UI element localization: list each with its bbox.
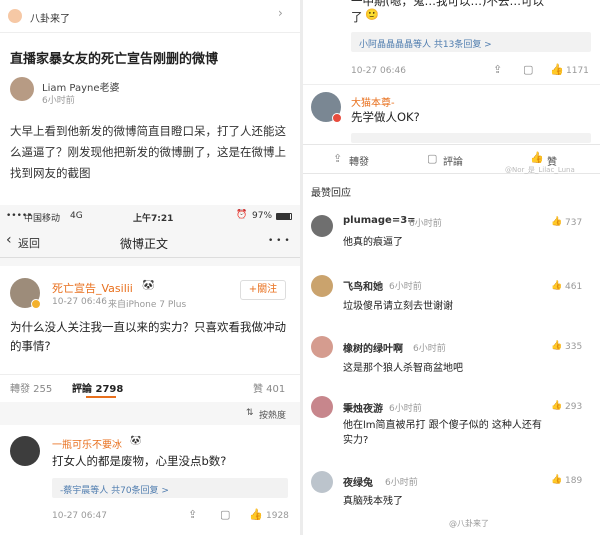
commenter-avatar[interactable] — [311, 336, 333, 358]
post-text: 为什么没人关注我一直以来的实力？只喜欢看我做冲动的事情? — [10, 320, 286, 353]
commenter-name[interactable]: 一瓶可乐不要冰 — [52, 436, 122, 451]
author-name[interactable]: Liam Payne老婆 — [42, 79, 120, 94]
comment-time: 6小时前 — [385, 478, 418, 488]
comment-time: 6小时前 — [413, 344, 446, 354]
best-replies-heading: 最赞回应 — [311, 188, 351, 199]
verified-badge-icon — [332, 113, 342, 123]
thumbs-up-icon[interactable]: 👍 — [551, 218, 562, 227]
smile-emoji-icon: 🙂 — [365, 8, 379, 21]
share-icon[interactable]: ⇪ — [493, 64, 502, 75]
author-avatar[interactable] — [10, 77, 34, 101]
thumbs-up-icon[interactable]: 👍 — [551, 282, 562, 291]
watermark: @Nor_是_Lilac_Luna — [505, 166, 575, 174]
tab-active-indicator — [86, 396, 116, 398]
share-icon[interactable]: ⇪ — [188, 509, 197, 520]
commenter-avatar[interactable] — [311, 396, 333, 418]
status-battery: 97% — [252, 211, 273, 221]
author-time: 6小时前 — [42, 96, 75, 106]
tab-comment[interactable]: 評論 2798 — [72, 380, 123, 395]
source-avatar[interactable] — [8, 9, 22, 23]
reply-summary[interactable]: -蔡宇晨等人 共70条回复 > — [60, 483, 169, 496]
post-time: 10-27 06:46 — [52, 297, 107, 307]
post-source: 来自iPhone 7 Plus — [108, 300, 187, 310]
left-panel: 八卦来了 › 直播家暴女友的死亡宣告刚删的微博 Liam Payne老婆 6小时… — [0, 0, 300, 535]
comment-text: 真脑残本残了 — [343, 496, 403, 507]
comment-likes: 189 — [565, 476, 583, 486]
sort-icon[interactable]: ⇅ — [246, 408, 254, 418]
commenter-avatar[interactable] — [311, 471, 333, 493]
article-body: 大早上看到他新发的微博简直目瞪口呆，打了人还能这么逼逼了？刚发现他把新发的微博删… — [10, 124, 286, 180]
comment-text: 一中期(嗯，鬼…我可以…)不去…可以 — [351, 0, 544, 8]
comment-button[interactable]: 評論 — [443, 153, 463, 168]
comment-time: 10-27 06:47 — [52, 511, 107, 521]
commenter-avatar[interactable] — [10, 436, 40, 466]
commenter-name[interactable]: 夜绿兔 — [343, 474, 373, 489]
status-time: 上午7:21 — [133, 214, 174, 224]
commenter-name[interactable]: plumage=3= — [343, 215, 416, 226]
comment-icon[interactable]: ▢ — [427, 153, 437, 164]
status-carrier: 中国移动 — [24, 214, 61, 224]
back-button[interactable]: 返回 — [18, 235, 40, 251]
follow-button[interactable]: +關注 — [240, 280, 286, 300]
comment-icon[interactable]: ▢ — [220, 509, 230, 520]
back-chevron-icon[interactable]: ‹ — [6, 232, 12, 248]
comment-text: 先学做人OK? — [351, 110, 420, 124]
reply-summary[interactable]: 小阿晶晶晶晶等人 共13条回复 > — [359, 37, 492, 50]
alarm-icon: ⏰ — [236, 210, 248, 220]
comment-text: 垃圾傻吊请立刻去世谢谢 — [343, 301, 453, 312]
more-icon[interactable]: • • • — [268, 236, 290, 246]
source-name[interactable]: 八卦来了 — [30, 10, 70, 25]
footer-watermark: @八卦来了 — [449, 519, 489, 528]
commenter-name[interactable]: 橡树的绿叶啊 — [343, 340, 403, 355]
reply-box[interactable] — [351, 133, 591, 143]
poster-name[interactable]: 死亡宣告_Vasilii — [52, 280, 133, 296]
chevron-right-icon[interactable]: › — [278, 6, 283, 20]
commenter-avatar[interactable] — [311, 275, 333, 297]
verified-badge-icon — [31, 299, 41, 309]
repost-button[interactable]: 轉發 — [349, 153, 369, 168]
comment-text: 这是那个狼人杀智商盆地吧 — [343, 363, 463, 374]
comment-time: 6小时前 — [409, 219, 442, 229]
commenter-name[interactable]: 秉烛夜游 — [343, 400, 383, 415]
comment-likes: 293 — [565, 402, 583, 412]
comment-likes: 461 — [565, 282, 583, 292]
comment-time: 6小时前 — [389, 404, 422, 414]
thumbs-up-icon[interactable]: 👍 — [249, 509, 263, 520]
article-title: 直播家暴女友的死亡宣告刚删的微博 — [10, 52, 219, 67]
tab-like[interactable]: 贊 401 — [253, 380, 285, 395]
comment-likes: 1171 — [566, 66, 589, 76]
comment-likes: 1928 — [266, 511, 289, 521]
comment-time: 6小时前 — [389, 282, 422, 292]
comment-icon[interactable]: ▢ — [523, 64, 533, 75]
comment-text-cont: 了 — [351, 10, 363, 24]
tab-repost[interactable]: 轉發 255 — [10, 380, 52, 395]
comment-text: 他真的痕逼了 — [343, 237, 403, 248]
comment-text: 他在lm简直被吊打 跟个傻子似的 这种人还有实力? — [343, 420, 542, 446]
comment-likes: 737 — [565, 218, 583, 228]
commenter-avatar[interactable] — [311, 215, 333, 237]
commenter-name[interactable]: 飞鸟和她 — [343, 278, 383, 293]
repost-icon[interactable]: ⇪ — [333, 153, 342, 164]
status-network: 4G — [70, 211, 83, 221]
thumbs-up-icon[interactable]: 👍 — [551, 402, 562, 411]
commenter-name[interactable]: 大猫本尊- — [351, 94, 395, 109]
nav-title: 微博正文 — [120, 237, 169, 251]
sort-button[interactable]: 按熱度 — [259, 408, 286, 421]
thumbs-up-icon[interactable]: 👍 — [550, 64, 564, 75]
sort-bar — [0, 403, 300, 425]
comment-text: 打女人的都是废物，心里没点b数? — [52, 454, 227, 468]
right-panel: 一中期(嗯，鬼…我可以…)不去…可以 了 🙂 小阿晶晶晶晶等人 共13条回复 >… — [303, 0, 600, 535]
vip-badge-icon: 🐼 — [130, 436, 142, 446]
thumbs-up-icon[interactable]: 👍 — [551, 342, 562, 351]
thumbs-up-icon[interactable]: 👍 — [551, 476, 562, 485]
battery-icon — [276, 213, 292, 220]
comment-time: 10-27 06:46 — [351, 66, 406, 76]
thumbs-up-icon[interactable]: 👍 — [530, 152, 544, 163]
vip-badge-icon: 🐼 — [142, 280, 155, 291]
comment-likes: 335 — [565, 342, 583, 352]
